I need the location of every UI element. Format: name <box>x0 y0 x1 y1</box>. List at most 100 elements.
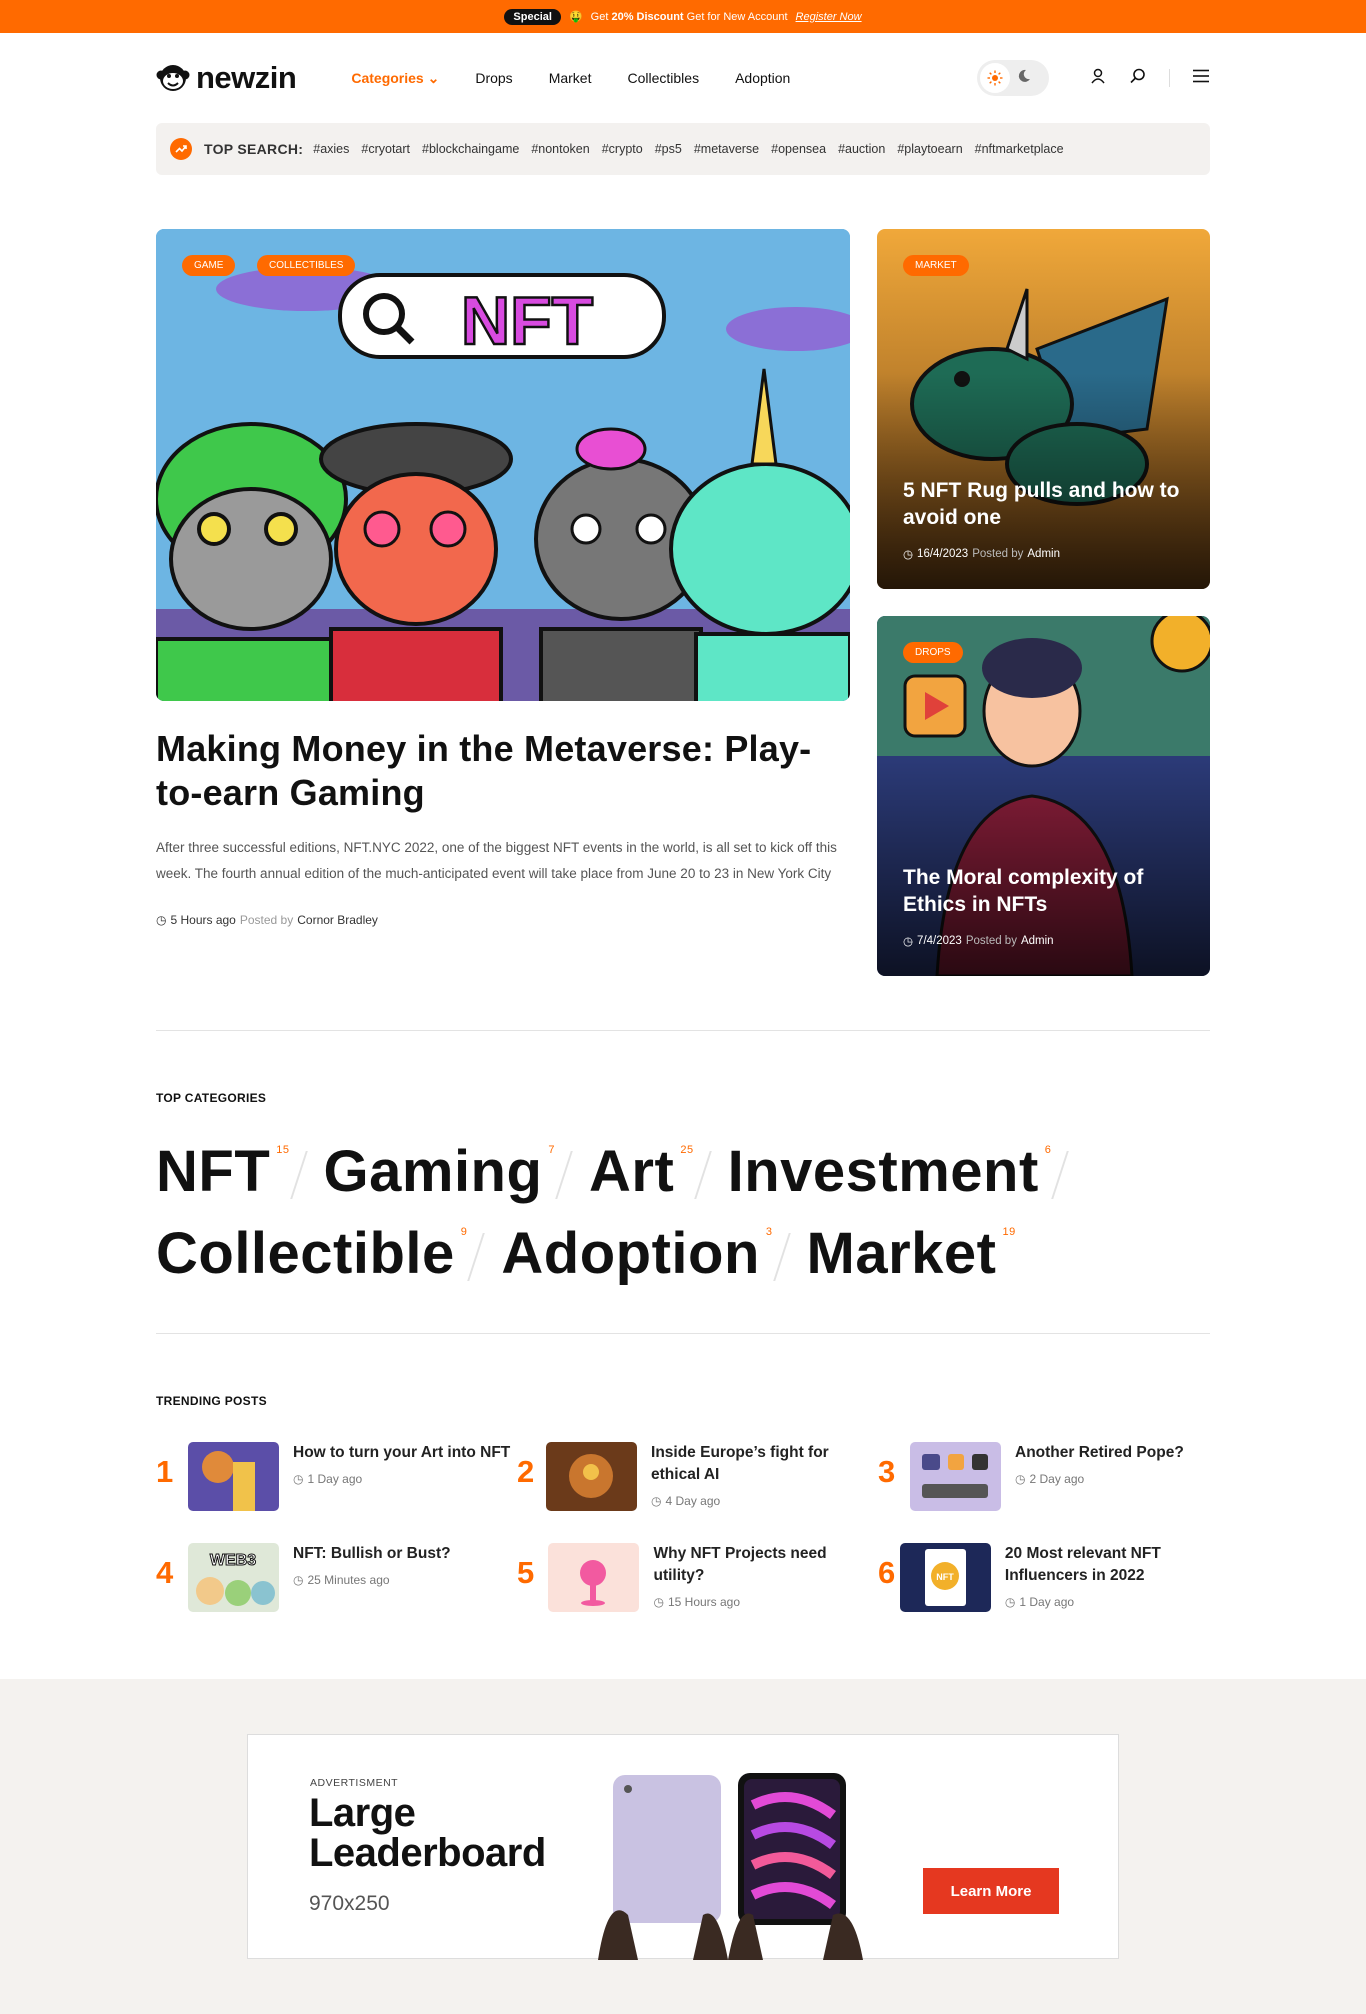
tag-playtoearn[interactable]: #playtoearn <box>897 142 962 156</box>
badge-market[interactable]: MARKET <box>903 255 969 276</box>
trend-title[interactable]: NFT: Bullish or Bust? <box>293 1543 451 1565</box>
posted-by: Posted by <box>239 913 294 927</box>
clock-icon: ◷ <box>156 913 167 927</box>
card-meta: ◷ 16/4/2023 Posted by Admin <box>903 547 1060 561</box>
menu-icon[interactable] <box>1192 69 1210 88</box>
side-card-drops[interactable]: DROPS The Moral complexity of Ethics in … <box>877 616 1210 976</box>
learn-more-button[interactable]: Learn More <box>923 1868 1059 1914</box>
divider <box>1169 69 1170 87</box>
top-categories: TOP CATEGORIES NFT 15 Gaming 7 Art 25 Inves… <box>156 1091 1210 1291</box>
nav-collectibles[interactable]: Collectibles <box>627 70 699 87</box>
trending-item[interactable]: 4 WEB3 NFT: Bullish or Bust? ◷ 25 Minutes… <box>156 1543 517 1612</box>
trend-time: 4 Day ago <box>665 1494 721 1508</box>
trend-title[interactable]: Another Retired Pope? <box>1015 1442 1184 1464</box>
trend-time: 1 Day ago <box>307 1472 363 1486</box>
sun-icon <box>980 63 1010 93</box>
category-nft[interactable]: NFT 15 <box>156 1135 324 1209</box>
trend-thumbnail <box>910 1442 1001 1511</box>
logo[interactable]: newzin <box>156 60 297 96</box>
theme-toggle[interactable] <box>977 60 1049 96</box>
badge-collectibles[interactable]: COLLECTIBLES <box>257 255 356 276</box>
trending-item[interactable]: 1 How to turn your Art into NFT ◷ 1 Day a… <box>156 1442 517 1511</box>
category-collectible[interactable]: Collectible 9 <box>156 1217 501 1291</box>
trend-thumbnail: WEB3 <box>188 1543 279 1612</box>
posted-by: Posted by <box>965 935 1017 947</box>
category-art[interactable]: Art 25 <box>589 1135 728 1209</box>
svg-text:NFT: NFT <box>461 283 593 359</box>
category-investment[interactable]: Investment 6 <box>728 1135 1086 1209</box>
nav-adoption[interactable]: Adoption <box>735 70 790 87</box>
tablet-illustration <box>598 1773 863 1960</box>
badge-drops[interactable]: DROPS <box>903 642 963 663</box>
category-market[interactable]: Market 19 <box>807 1217 1016 1291</box>
category-gaming[interactable]: Gaming 7 <box>324 1135 590 1209</box>
side-posts: MARKET 5 NFT Rug pulls and how to avoid … <box>877 229 1210 976</box>
card-date: 16/4/2023 <box>917 548 969 560</box>
clock-icon: ◷ <box>1015 1472 1026 1486</box>
trending-item[interactable]: 3 Another Retired Pope? ◷ 2 Day ago <box>878 1442 1210 1511</box>
trending-item[interactable]: 5 Why NFT Projects need utility? ◷ 15 Hou… <box>517 1543 878 1612</box>
card-author[interactable]: Admin <box>1027 548 1060 560</box>
leaderboard-ad[interactable]: ADVERTISMENT Large Leaderboard 970x250 Le… <box>247 1734 1119 1960</box>
clock-icon: ◷ <box>293 1472 304 1486</box>
trend-title[interactable]: Inside Europe’s fight for ethical AI <box>651 1442 878 1486</box>
trend-thumbnail <box>546 1442 638 1511</box>
top-search-bar: TOP SEARCH: #axies #cryotart #blockchain… <box>156 123 1210 175</box>
logo-text: newzin <box>196 60 297 95</box>
section-divider <box>156 1333 1210 1334</box>
tag-ps5[interactable]: #ps5 <box>655 142 682 156</box>
trend-title[interactable]: 20 Most relevant NFT Influencers in 2022 <box>1005 1543 1210 1587</box>
tag-auction[interactable]: #auction <box>838 142 885 156</box>
section-divider <box>156 1030 1210 1031</box>
post-author[interactable]: Cornor Bradley <box>297 913 378 927</box>
featured-description: After three successful editions, NFT.NYC… <box>156 840 837 881</box>
nav-market[interactable]: Market <box>549 70 592 87</box>
site-header: newzin Categories ⌄ Drops Market Collect… <box>156 33 1210 123</box>
tag-metaverse[interactable]: #metaverse <box>694 142 759 156</box>
tag-cryotart[interactable]: #cryotart <box>361 142 410 156</box>
trending-icon <box>170 138 192 160</box>
trend-time: 15 Hours ago <box>667 1595 741 1609</box>
tag-nontoken[interactable]: #nontoken <box>531 142 589 156</box>
tag-list: #axies #cryotart #blockchaingame #nontok… <box>313 142 1063 156</box>
featured-title[interactable]: Making Money in the Metaverse: Play-to-e… <box>156 727 850 815</box>
nav-drops[interactable]: Drops <box>475 70 512 87</box>
trending-item[interactable]: 6 NFT 20 Most relevant NFT Influencers i… <box>878 1543 1210 1612</box>
trending-item[interactable]: 2 Inside Europe’s fight for ethical AI ◷… <box>517 1442 878 1511</box>
tag-opensea[interactable]: #opensea <box>771 142 826 156</box>
trend-time: 1 Day ago <box>1019 1595 1075 1609</box>
trend-time: 25 Minutes ago <box>307 1573 390 1587</box>
ad-section: ADVERTISMENT Large Leaderboard 970x250 Le… <box>0 1679 1366 2014</box>
trending-posts: TRENDING POSTS 1 How to turn your Art in… <box>156 1394 1210 1612</box>
featured-image[interactable]: NFT GAME COLLECTIBLES <box>156 229 850 701</box>
featured-meta: ◷ 5 Hours ago Posted by Cornor Bradley <box>156 913 850 927</box>
clock-icon: ◷ <box>653 1595 664 1609</box>
register-link[interactable]: Register Now <box>796 11 862 23</box>
promo-bar: Special 🤑 Get 20% Discount Get for New A… <box>0 0 1366 33</box>
special-pill: Special <box>504 8 561 25</box>
tag-axies[interactable]: #axies <box>313 142 349 156</box>
tag-blockchaingame[interactable]: #blockchaingame <box>422 142 519 156</box>
card-title[interactable]: The Moral complexity of Ethics in NFTs <box>903 864 1184 918</box>
trend-title[interactable]: Why NFT Projects need utility? <box>653 1543 878 1587</box>
clock-icon: ◷ <box>903 549 914 561</box>
tag-crypto[interactable]: #crypto <box>602 142 643 156</box>
tag-nftmarketplace[interactable]: #nftmarketplace <box>975 142 1064 156</box>
trending-label: TRENDING POSTS <box>156 1394 267 1408</box>
card-title[interactable]: 5 NFT Rug pulls and how to avoid one <box>903 477 1184 531</box>
trend-number: 2 <box>517 1454 535 1489</box>
trend-title[interactable]: How to turn your Art into NFT <box>293 1442 510 1464</box>
chevron-down-icon: ⌄ <box>427 69 440 86</box>
user-icon[interactable] <box>1089 67 1107 90</box>
card-author[interactable]: Admin <box>1021 935 1054 947</box>
featured-post: NFT GAME COLLECTIBLES Making Money in th… <box>156 229 850 976</box>
posted-by: Posted by <box>972 548 1024 560</box>
badge-game[interactable]: GAME <box>182 255 236 276</box>
monkey-logo-icon <box>156 65 190 91</box>
post-time: 5 Hours ago <box>170 913 236 927</box>
search-icon[interactable] <box>1129 67 1147 90</box>
svg-text:WEB3: WEB3 <box>210 1552 256 1569</box>
nav-categories[interactable]: Categories ⌄ <box>351 70 439 87</box>
category-adoption[interactable]: Adoption 3 <box>501 1217 806 1291</box>
side-card-market[interactable]: MARKET 5 NFT Rug pulls and how to avoid … <box>877 229 1210 589</box>
